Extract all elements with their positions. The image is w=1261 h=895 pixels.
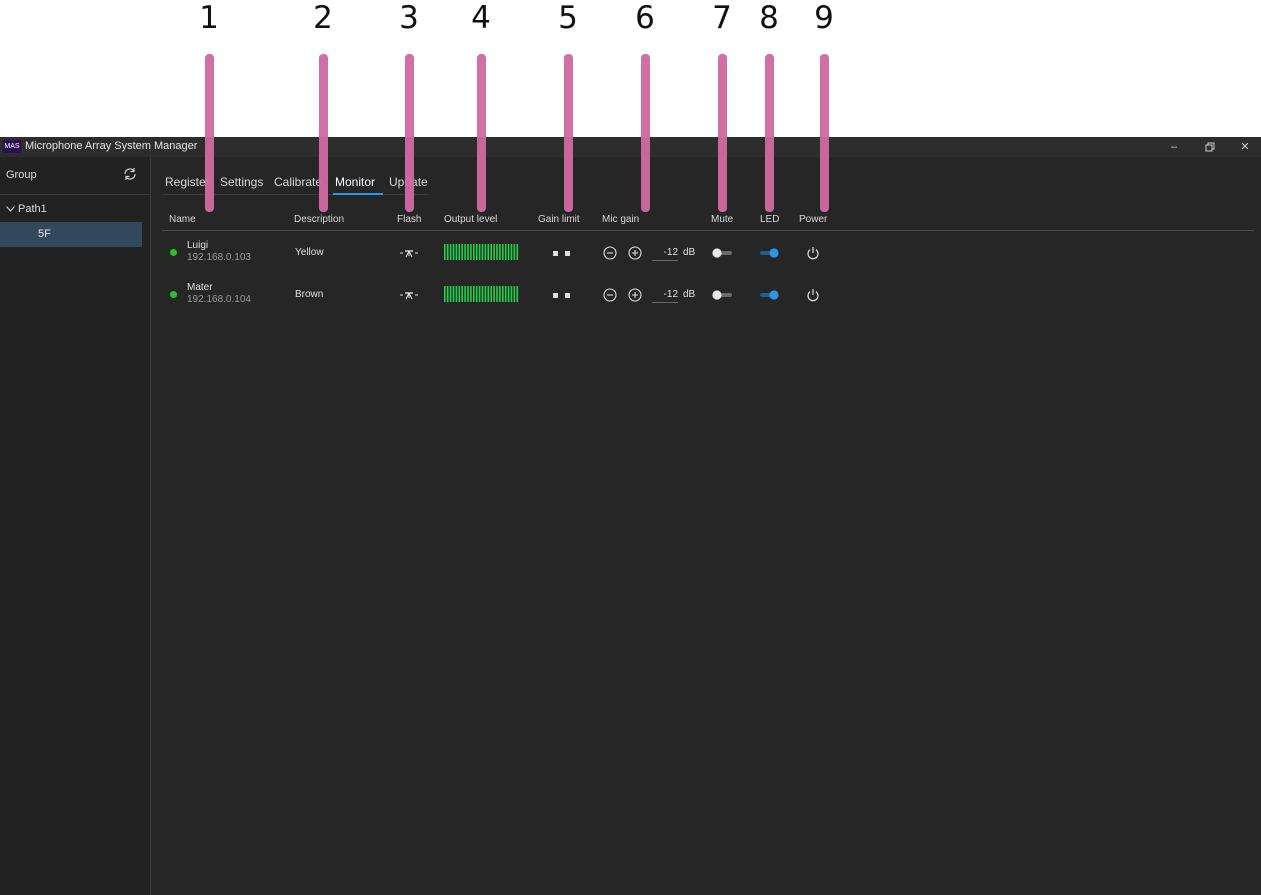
led-toggle[interactable] [758, 290, 780, 300]
gain-limit-indicator [553, 293, 571, 299]
column-header-output-level: Output level [444, 214, 498, 225]
flash-icon[interactable] [399, 248, 419, 258]
close-icon[interactable]: ✕ [1235, 139, 1255, 155]
minimize-icon[interactable]: – [1164, 139, 1184, 155]
plus-icon[interactable] [628, 288, 642, 302]
device-row[interactable]: Luigi 192.168.0.103 Yellow -12 dB [0, 239, 1261, 281]
refresh-icon[interactable] [121, 165, 139, 183]
callout-number-4: 4 [471, 0, 491, 36]
output-level-meter [444, 286, 519, 302]
device-description: Yellow [295, 247, 324, 258]
device-ip: 192.168.0.103 [187, 252, 251, 263]
device-name: Mater [187, 282, 213, 293]
mic-gain-input[interactable]: -12 [652, 289, 678, 303]
column-header-name: Name [169, 214, 196, 225]
header-divider [162, 230, 1254, 231]
device-description: Brown [295, 289, 324, 300]
led-toggle[interactable] [758, 248, 780, 258]
callout-marker-5 [564, 54, 573, 212]
callout-marker-8 [765, 54, 774, 212]
mic-gain-unit: dB [683, 289, 696, 300]
tab-calibrate[interactable]: Calibrate [274, 175, 322, 189]
group-label: Group [6, 169, 37, 181]
device-name: Luigi [187, 240, 209, 251]
status-dot [170, 249, 177, 256]
callout-marker-1 [205, 54, 214, 212]
column-header-mute: Mute [711, 214, 734, 225]
callout-number-7: 7 [712, 0, 732, 36]
tabs-divider [163, 194, 428, 195]
callout-number-8: 8 [759, 0, 779, 36]
column-header-flash: Flash [397, 214, 422, 225]
column-header-description: Description [294, 214, 345, 225]
title-bar: MAS Microphone Array System Manager – ✕ [0, 137, 1261, 157]
app-window: MAS Microphone Array System Manager – ✕ … [0, 54, 1261, 895]
callout-marker-6 [641, 54, 650, 212]
tree-item-path1-label: Path1 [18, 203, 47, 215]
mute-toggle[interactable] [712, 248, 734, 258]
tab-settings[interactable]: Settings [220, 175, 263, 189]
column-header-led: LED [760, 214, 780, 225]
callout-marker-4 [477, 54, 486, 212]
mic-gain-unit: dB [683, 247, 696, 258]
active-tab-indicator [333, 193, 383, 195]
callout-number-2: 2 [313, 0, 333, 36]
window-title: Microphone Array System Manager [25, 140, 198, 152]
app-logo: MAS [3, 140, 21, 153]
callout-marker-7 [718, 54, 727, 212]
gain-limit-indicator [553, 251, 571, 257]
callout-number-1: 1 [199, 0, 219, 36]
mic-gain-input[interactable]: -12 [652, 247, 678, 261]
column-header-mic-gain: Mic gain [602, 214, 640, 225]
output-level-meter [444, 244, 519, 260]
chevron-down-icon [6, 203, 15, 215]
minus-icon[interactable] [603, 246, 617, 260]
status-dot [170, 291, 177, 298]
device-row[interactable]: Mater 192.168.0.104 Brown -12 dB [0, 281, 1261, 323]
device-ip: 192.168.0.104 [187, 294, 251, 305]
callout-marker-9 [820, 54, 829, 212]
minus-icon[interactable] [603, 288, 617, 302]
column-header-gain-limit: Gain limit [538, 214, 580, 225]
group-header: Group [0, 157, 150, 195]
callout-number-9: 9 [814, 0, 834, 36]
column-header-power: Power [799, 214, 828, 225]
callout-marker-3 [405, 54, 414, 212]
restore-icon[interactable] [1200, 139, 1220, 155]
callout-number-5: 5 [558, 0, 578, 36]
flash-icon[interactable] [399, 290, 419, 300]
callout-marker-2 [319, 54, 328, 212]
power-icon[interactable] [806, 246, 820, 260]
tree-item-path1[interactable]: Path1 [6, 203, 47, 215]
tab-monitor[interactable]: Monitor [335, 175, 375, 189]
callout-number-6: 6 [635, 0, 655, 36]
plus-icon[interactable] [628, 246, 642, 260]
callout-number-3: 3 [399, 0, 419, 36]
tab-register[interactable]: Register [165, 175, 210, 189]
power-icon[interactable] [806, 288, 820, 302]
mute-toggle[interactable] [712, 290, 734, 300]
